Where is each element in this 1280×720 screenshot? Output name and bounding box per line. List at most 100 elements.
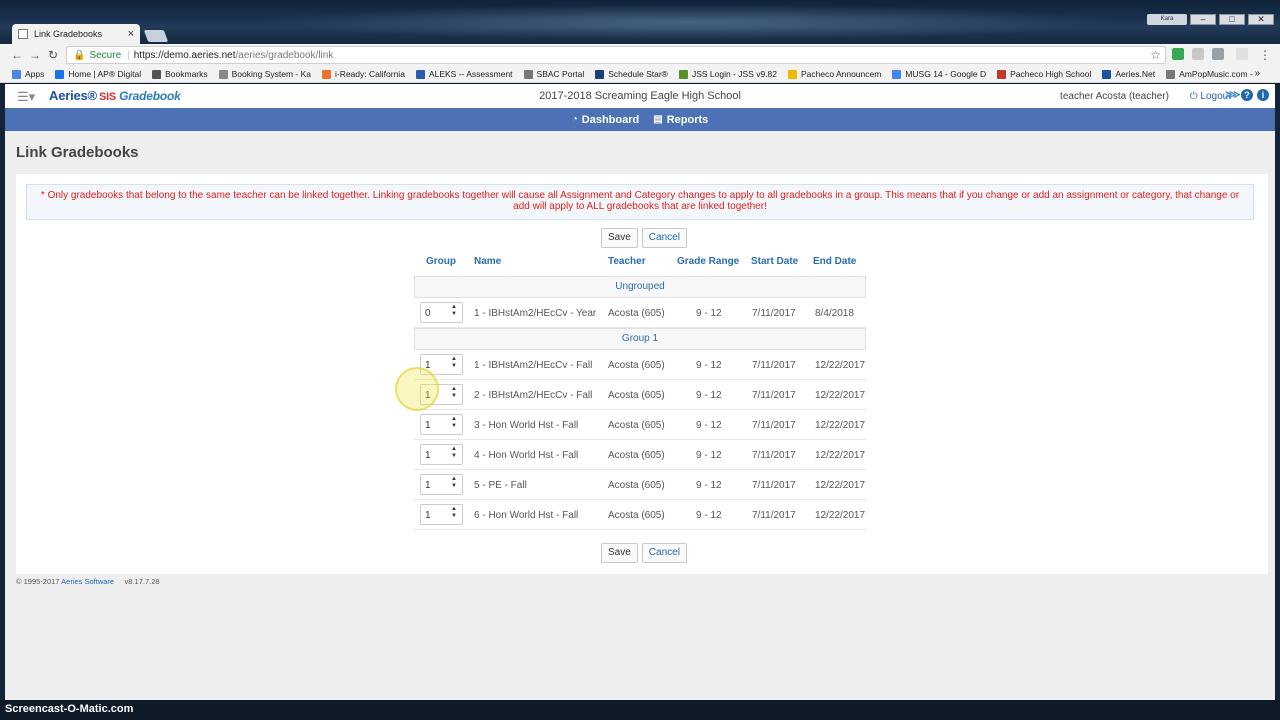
nav-label: Reports (666, 113, 709, 126)
bookmark-icon (1166, 69, 1176, 79)
bookmark-label: SBAC Portal (536, 69, 585, 79)
cancel-button[interactable]: Cancel (641, 543, 687, 563)
group-number-input[interactable]: 0 ▲ ▼ (420, 302, 463, 323)
warning-message: * Only gradebooks that belong to the sam… (26, 184, 1254, 220)
group-number-input[interactable]: 1 ▲ ▼ (420, 414, 463, 435)
group-number-input[interactable]: 1 ▲ ▼ (420, 504, 463, 525)
spinner-arrows-icon[interactable]: ▲ ▼ (451, 446, 457, 460)
bookmark-item[interactable]: ALEKS -- Assessment (415, 69, 513, 79)
table-row: 1 ▲ ▼ 1 - IBHstAm2/HEcCv - Fall Acosta (605)… (414, 350, 866, 380)
teacher: Acosta (605) (608, 420, 665, 431)
bookmark-icon (322, 69, 331, 79)
cancel-button[interactable]: Cancel (641, 228, 687, 248)
recording-bar (0, 700, 1280, 720)
group-number-input[interactable]: 1 ▲ ▼ (420, 444, 463, 465)
back-icon[interactable]: ← (8, 48, 26, 62)
nav-dashboard[interactable]: ◔ Dashboard (572, 114, 640, 126)
column-grade-range: Grade Range (677, 256, 740, 267)
group-number-value: 1 (425, 510, 431, 521)
url-path: /aeries/gradebook/link (235, 49, 334, 61)
start-date: 7/11/2017 (752, 510, 796, 521)
table-row: 1 ▲ ▼ 4 - Hon World Hst - Fall Acosta (605) 9… (414, 440, 866, 470)
lock-icon: 🔒 (73, 49, 86, 61)
bookmark-item[interactable]: Pacheco High School (997, 69, 1091, 79)
info-icon[interactable]: i (1257, 89, 1269, 101)
bookmark-item[interactable]: i-Ready: California (322, 69, 405, 79)
page-favicon-icon (18, 29, 28, 39)
grade-range: 9 - 12 (696, 360, 722, 371)
window-user-badge[interactable]: Kara (1147, 14, 1187, 25)
group-number-value: 1 (425, 450, 431, 461)
save-button[interactable]: Save (601, 228, 638, 248)
bookmark-item[interactable]: SBAC Portal (523, 69, 585, 79)
group-number-input[interactable]: 1 ▲ ▼ (420, 474, 463, 495)
link-gradebooks-panel: * Only gradebooks that belong to the sam… (16, 174, 1268, 574)
minimize-icon[interactable]: – (1190, 14, 1216, 25)
end-date: 12/22/2017 (815, 480, 866, 491)
bookmarks-more-icon[interactable]: » (1254, 68, 1260, 79)
maximize-icon[interactable]: □ (1219, 14, 1245, 25)
bookmark-item[interactable]: Aeries.Net (1102, 69, 1155, 79)
bookmark-item[interactable]: Pacheco Announcem (787, 69, 881, 79)
new-tab-button[interactable] (143, 30, 169, 42)
extension-icon[interactable] (1192, 48, 1204, 60)
start-date: 7/11/2017 (752, 360, 796, 371)
window-titlebar: Link Gradebooks × Kara – □ ✕ (0, 0, 1280, 44)
spinner-arrows-icon[interactable]: ▲ ▼ (451, 476, 457, 490)
tab-title: Link Gradebooks (34, 29, 103, 39)
grade-range: 9 - 12 (696, 308, 722, 319)
forward-icon[interactable]: → (26, 48, 44, 62)
gradebook-name: 5 - PE - Fall (474, 480, 527, 491)
column-teacher: Teacher (608, 256, 646, 267)
spinner-arrows-icon[interactable]: ▲ ▼ (451, 416, 457, 430)
teacher: Acosta (605) (608, 308, 665, 319)
user-name: teacher Acosta (teacher) (1060, 91, 1169, 102)
grade-range: 9 - 12 (696, 480, 722, 491)
close-window-icon[interactable]: ✕ (1248, 14, 1274, 25)
group-1-rows: 1 ▲ ▼ 1 - IBHstAm2/HEcCv - Fall Acosta (605)… (414, 350, 866, 530)
bookmark-item[interactable]: JSS Login - JSS v9.82 (678, 69, 777, 79)
spinner-arrows-icon[interactable]: ▲ ▼ (451, 356, 457, 370)
tab-close-icon[interactable]: × (128, 28, 134, 40)
bookmark-item[interactable]: Apps (12, 69, 44, 79)
gradebook-name: 1 - IBHstAm2/HEcCv - Fall (474, 360, 593, 371)
save-button[interactable]: Save (601, 543, 638, 563)
bookmark-item[interactable]: Schedule Star® (595, 69, 668, 79)
bookmark-label: AmPopMusic.com - (1179, 69, 1253, 79)
app-header: ☰▾ Aeries® SIS Gradebook 2017-2018 Screami… (5, 84, 1275, 108)
window-frame-right (1275, 84, 1280, 700)
end-date: 12/22/2017 (815, 420, 866, 431)
address-bar[interactable]: 🔒 Secure | https://demo.aeries.net/aerie… (66, 46, 1166, 64)
spinner-arrows-icon[interactable]: ▲ ▼ (451, 304, 457, 318)
help-icon[interactable]: ? (1241, 89, 1253, 101)
extension-icon[interactable] (1212, 48, 1224, 60)
column-name: Name (474, 256, 502, 267)
table-row: 0 ▲ ▼ 1 - IBHstAm2/HEcCv - Year Acosta (605)… (414, 298, 866, 328)
bookmark-item[interactable]: MUSG 14 - Google D (892, 69, 986, 79)
desktop-background (260, 4, 1120, 40)
bookmark-label: MUSG 14 - Google D (905, 69, 987, 79)
table-row: 1 ▲ ▼ 6 - Hon World Hst - Fall Acosta (605) 9… (414, 500, 866, 530)
menu-kebab-icon[interactable]: ⋮ (1256, 48, 1274, 62)
bookmark-item[interactable]: Booking System - Ka (218, 69, 311, 79)
bookmark-item[interactable]: AmPopMusic.com - (1166, 69, 1253, 79)
bird-icon[interactable]: ⋙ (1225, 89, 1241, 101)
footer-company-link[interactable]: Aeries Software (61, 577, 114, 586)
bookmark-star-icon[interactable]: ☆ (1150, 48, 1161, 62)
extension-icon[interactable] (1172, 48, 1184, 60)
extension-icon[interactable] (1236, 48, 1248, 60)
grade-range: 9 - 12 (696, 450, 722, 461)
bookmark-icon (152, 69, 162, 79)
spinner-arrows-icon[interactable]: ▲ ▼ (451, 506, 457, 520)
browser-tab[interactable]: Link Gradebooks × (12, 24, 140, 44)
bookmark-icon (1102, 69, 1112, 79)
bookmark-item[interactable]: Bookmarks (152, 69, 208, 79)
cursor-highlight (395, 367, 439, 411)
browser-toolbar: ← → ↻ 🔒 Secure | https://demo.aeries.net… (0, 44, 1280, 66)
reload-icon[interactable]: ↻ (44, 48, 62, 62)
bookmark-label: JSS Login - JSS v9.82 (691, 69, 777, 79)
nav-reports[interactable]: ▤ Reports (653, 114, 708, 126)
footer-version: v8.17.7.28 (124, 577, 160, 586)
spinner-arrows-icon[interactable]: ▲ ▼ (451, 386, 457, 400)
bookmark-item[interactable]: Home | AP® Digital (55, 69, 141, 79)
